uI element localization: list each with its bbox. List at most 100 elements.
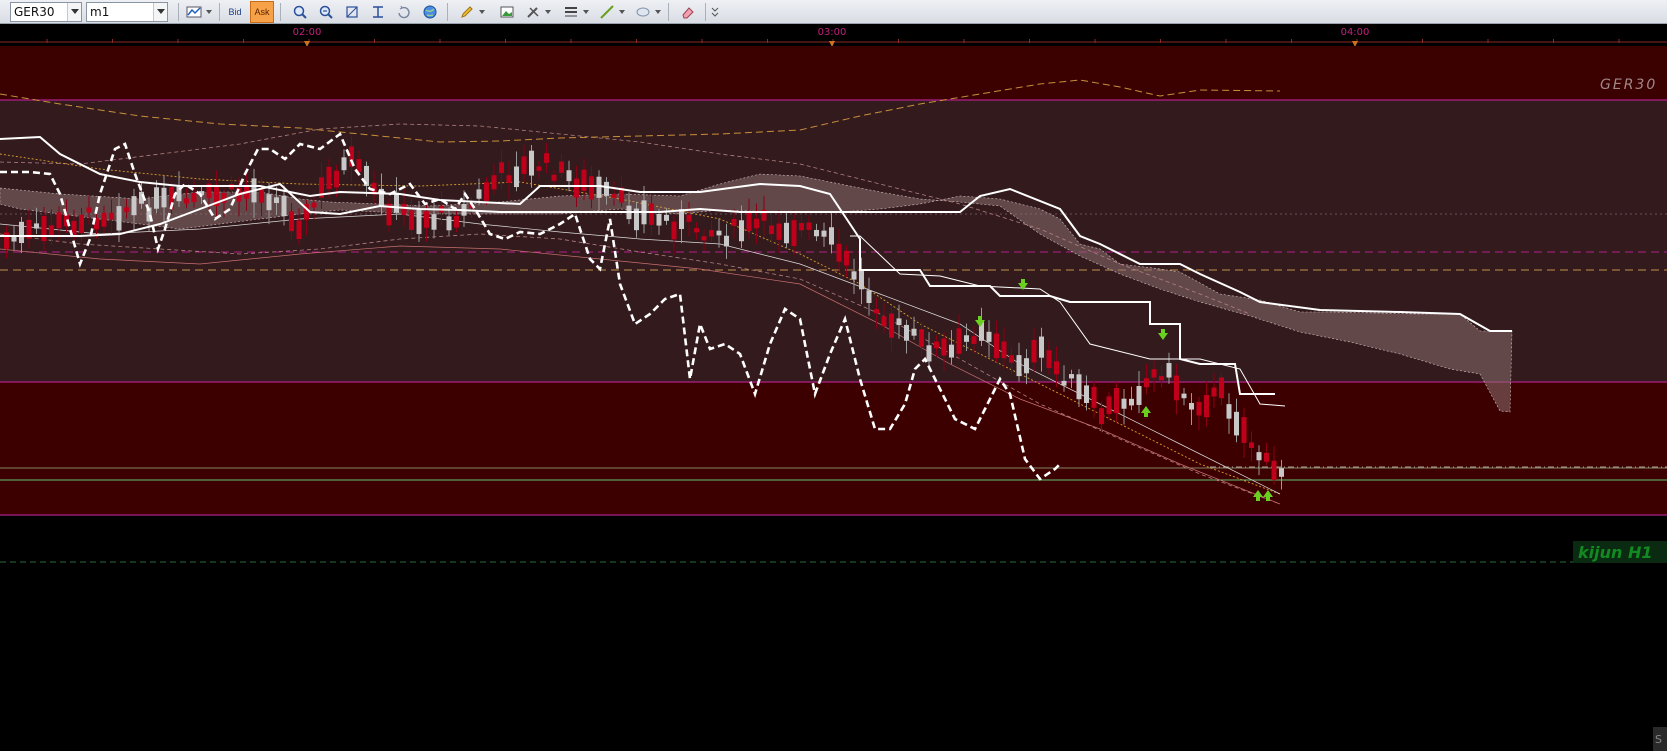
- symbol-select[interactable]: GER30: [10, 1, 82, 22]
- lines-icon: [565, 6, 577, 16]
- bull-candle: [964, 335, 969, 342]
- trendline-button[interactable]: [596, 2, 618, 22]
- bull-candle: [1084, 385, 1089, 404]
- bear-candle: [709, 229, 714, 237]
- bear-candle: [686, 214, 692, 222]
- bear-candle: [326, 166, 332, 190]
- tools-button[interactable]: [522, 2, 544, 22]
- zoom-out-button[interactable]: [315, 2, 337, 22]
- bull-candle: [1076, 374, 1082, 400]
- bull-candle: [281, 195, 287, 217]
- bull-candle: [716, 230, 722, 236]
- zoom-in-button[interactable]: [289, 2, 311, 22]
- bear-candle: [334, 170, 339, 188]
- bull-candle: [904, 324, 909, 341]
- lines-button[interactable]: [560, 2, 582, 22]
- bull-candle: [859, 270, 864, 290]
- bear-candle: [1174, 375, 1179, 401]
- toolbar-separator: [280, 2, 281, 21]
- trendline-icon: [600, 4, 614, 19]
- tools-dropdown[interactable]: [544, 2, 552, 22]
- bull-candle: [34, 223, 39, 229]
- bear-candle: [919, 329, 924, 347]
- bull-candle: [679, 209, 684, 230]
- bull-candle: [1039, 336, 1044, 358]
- bear-candle: [589, 176, 594, 200]
- fit-icon: [373, 5, 383, 18]
- ask-button[interactable]: Ask: [250, 0, 274, 23]
- bear-candle: [4, 232, 9, 249]
- bear-candle: [701, 236, 707, 241]
- bull-candle: [131, 196, 137, 216]
- bull-candle: [266, 194, 272, 211]
- bear-candle: [1031, 339, 1037, 363]
- bear-candle: [1196, 401, 1202, 416]
- bear-candle: [994, 333, 999, 359]
- chevron-down-icon[interactable]: [67, 2, 81, 21]
- bear-candle: [521, 156, 527, 174]
- timeframe-select[interactable]: m1: [86, 1, 168, 22]
- bull-candle: [911, 328, 917, 336]
- globe-button[interactable]: [419, 2, 441, 22]
- bear-candle: [56, 212, 62, 229]
- zoom-out-icon: [319, 5, 333, 19]
- toolbar-separator: [668, 2, 669, 21]
- bull-candle: [19, 221, 24, 244]
- chart-type-dropdown[interactable]: [205, 2, 213, 22]
- bull-candle: [1166, 363, 1172, 378]
- image-button[interactable]: [496, 2, 518, 22]
- bull-candle: [949, 344, 954, 358]
- refresh-button[interactable]: [393, 2, 415, 22]
- bull-candle: [1121, 398, 1127, 409]
- chart-type-button[interactable]: [183, 2, 205, 22]
- eraser-button[interactable]: [677, 2, 699, 22]
- bear-candle: [551, 174, 557, 181]
- bear-candle: [649, 203, 654, 225]
- bull-candle: [866, 290, 872, 304]
- price-chart[interactable]: 02:00 03:00 04:00 GER30 kijun H1 S: [0, 24, 1667, 751]
- bear-candle: [889, 313, 894, 338]
- ellipse-button[interactable]: [632, 2, 654, 22]
- below-zone: [0, 515, 1667, 751]
- bear-candle: [1211, 387, 1217, 397]
- bear-candle: [941, 338, 947, 356]
- bear-candle: [769, 225, 774, 235]
- bear-candle: [1114, 387, 1119, 414]
- bear-candle: [844, 250, 849, 266]
- bear-candle: [506, 175, 512, 183]
- bull-candle: [161, 187, 167, 208]
- bull-candle: [1234, 411, 1239, 436]
- bull-candle: [656, 213, 662, 226]
- bear-candle: [731, 218, 737, 226]
- pencil-button[interactable]: [456, 2, 478, 22]
- toolbar-separator: [447, 2, 448, 21]
- bear-candle: [544, 153, 549, 163]
- bear-candle: [1106, 396, 1112, 415]
- ellipse-dropdown[interactable]: [654, 2, 662, 22]
- pencil-dropdown[interactable]: [478, 2, 486, 22]
- toolbar-separator: [178, 2, 179, 21]
- bull-candle: [851, 271, 857, 280]
- autoscale-button[interactable]: [341, 2, 363, 22]
- chevron-down-icon[interactable]: [153, 2, 167, 21]
- globe-icon: [423, 5, 437, 18]
- fit-button[interactable]: [367, 2, 389, 22]
- bear-candle: [79, 214, 84, 234]
- bear-candle: [191, 192, 197, 202]
- bid-button[interactable]: Bid: [223, 1, 247, 23]
- bear-candle: [491, 175, 497, 190]
- bear-candle: [1144, 378, 1149, 388]
- toolbar-overflow-button[interactable]: [709, 2, 721, 22]
- image-icon: [500, 6, 514, 17]
- bear-candle: [1271, 460, 1277, 481]
- bear-candle: [881, 316, 887, 327]
- lower-zone: [0, 382, 1667, 515]
- bear-candle: [1054, 361, 1059, 375]
- lines-dropdown[interactable]: [582, 2, 590, 22]
- time-label-0300: 03:00: [818, 27, 847, 38]
- trendline-dropdown[interactable]: [618, 2, 626, 22]
- bull-candle: [1061, 380, 1067, 386]
- bull-candle: [394, 192, 399, 213]
- bear-candle: [971, 336, 977, 344]
- bull-candle: [514, 166, 519, 188]
